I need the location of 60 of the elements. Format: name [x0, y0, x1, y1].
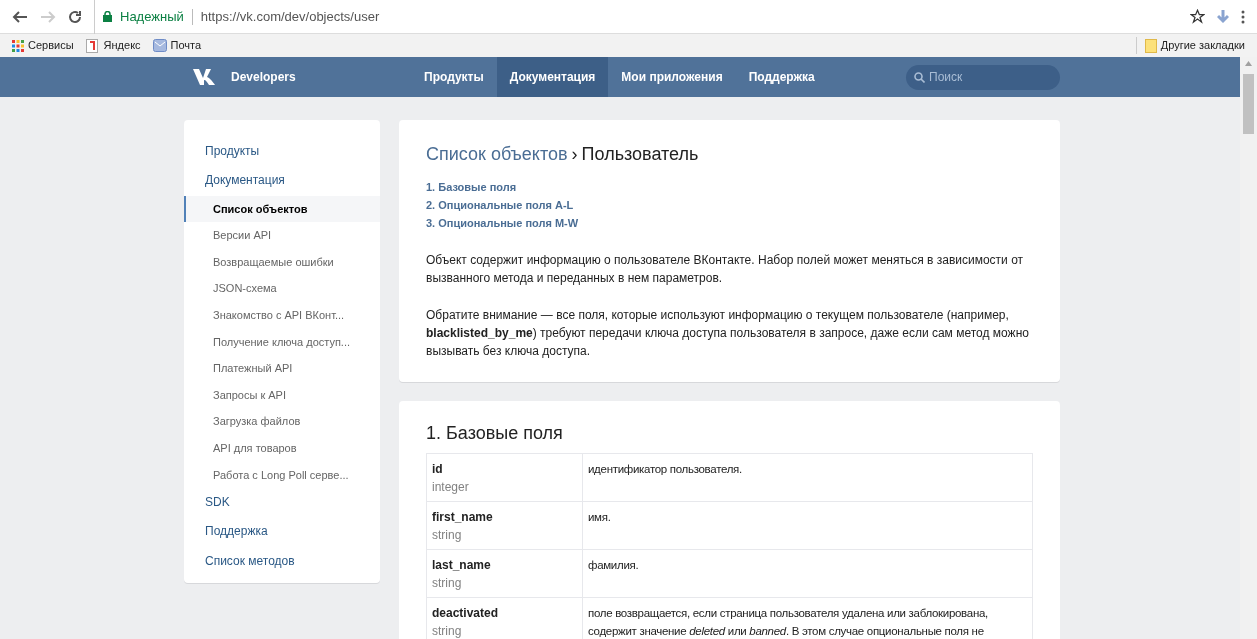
- sidebar-item[interactable]: Список объектов: [184, 195, 380, 223]
- download-icon[interactable]: [1217, 9, 1229, 24]
- address-bar[interactable]: https://vk.com/dev/objects/user: [200, 6, 380, 27]
- sidebar-item[interactable]: Платежный API: [184, 355, 380, 382]
- scrollbar-thumb[interactable]: [1243, 74, 1254, 134]
- sidebar-item[interactable]: Возвращаемые ошибки: [184, 248, 380, 276]
- lock-icon: [103, 11, 112, 22]
- mail-icon: [152, 39, 167, 52]
- toc-link[interactable]: 3. Опциональные поля M-W: [426, 214, 579, 232]
- sidebar-item[interactable]: Загрузка файлов: [184, 408, 380, 435]
- breadcrumb-link[interactable]: Список объектов: [426, 141, 568, 168]
- apps-icon: [12, 39, 24, 52]
- paragraph: Обратите внимание — все поля, которые используют информацию о текущем пользователе (например, blacklisted_by_me) требуют передачи ключа доступа пользователя в запросе, даже если сам метод можно вызывать без ключа доступа.: [426, 307, 1030, 360]
- reload-icon[interactable]: [68, 9, 82, 24]
- secure-label: Надежный: [120, 7, 184, 26]
- field-name: deactivated: [432, 605, 499, 622]
- bookmark-link[interactable]: Яндекс: [103, 37, 141, 54]
- page-title: Пользователь: [581, 143, 699, 166]
- sidebar-item[interactable]: API для товаров: [184, 434, 380, 462]
- yandex-icon: [85, 38, 100, 53]
- sidebar-item[interactable]: Знакомство с API ВКонт...: [184, 301, 380, 329]
- field-type: string: [432, 623, 462, 639]
- sidebar-item[interactable]: JSON-схема: [184, 275, 380, 302]
- star-icon[interactable]: [1190, 9, 1205, 24]
- search-input[interactable]: Поиск: [929, 68, 1049, 86]
- field-type: string: [432, 527, 462, 544]
- sidebar-item[interactable]: Получение ключа доступ...: [184, 328, 380, 356]
- scrollbar[interactable]: [1240, 57, 1257, 639]
- brand-name[interactable]: Developers: [231, 68, 411, 86]
- back-icon[interactable]: [12, 9, 28, 24]
- sidebar-item[interactable]: Продукты: [184, 137, 380, 167]
- sidebar-item[interactable]: SDK: [184, 488, 380, 518]
- toc-link[interactable]: 2. Опциональные поля A-L: [426, 196, 574, 214]
- sidebar-item[interactable]: Запросы к API: [184, 381, 380, 409]
- field-description: имя.: [588, 510, 612, 525]
- sidebar-item[interactable]: Список методов: [184, 546, 380, 576]
- folder-icon: [1144, 38, 1157, 53]
- paragraph: Объект содержит информацию о пользователе ВКонтакте. Набор полей может меняться в зависимости от вызванного метода и переданных в нем параметров.: [426, 252, 1025, 287]
- field-name: id: [432, 461, 443, 478]
- breadcrumb-separator: ›: [571, 143, 578, 166]
- field-name: last_name: [432, 557, 491, 574]
- field-description: поле возвращается, если страница пользователя удалена или заблокирована, содержит значение deleted или banned. В этом случае опциональные поля не: [588, 606, 989, 639]
- sidebar-item[interactable]: Версии API: [184, 222, 380, 249]
- field-description: идентификатор пользователя.: [588, 462, 743, 477]
- search-icon: [914, 71, 925, 83]
- field-type: integer: [432, 479, 469, 496]
- field-description: фамилия.: [588, 558, 640, 573]
- toc-link[interactable]: 1. Базовые поля: [426, 178, 517, 196]
- section-heading: 1. Базовые поля: [426, 422, 564, 445]
- search-field[interactable]: Поиск: [906, 64, 1060, 90]
- bookmark-link[interactable]: Другие закладки: [1160, 37, 1245, 54]
- sidebar-item[interactable]: Поддержка: [184, 517, 380, 547]
- nav-tab[interactable]: Документация: [496, 57, 609, 97]
- sidebar-item[interactable]: Документация: [184, 166, 380, 196]
- field-name: first_name: [432, 509, 493, 526]
- menu-icon[interactable]: [1241, 9, 1245, 24]
- bookmark-link[interactable]: Сервисы: [28, 37, 74, 54]
- bookmark-link[interactable]: Почта: [170, 37, 202, 54]
- sidebar-item[interactable]: Работа с Long Poll серве...: [184, 461, 380, 489]
- field-type: string: [432, 575, 462, 592]
